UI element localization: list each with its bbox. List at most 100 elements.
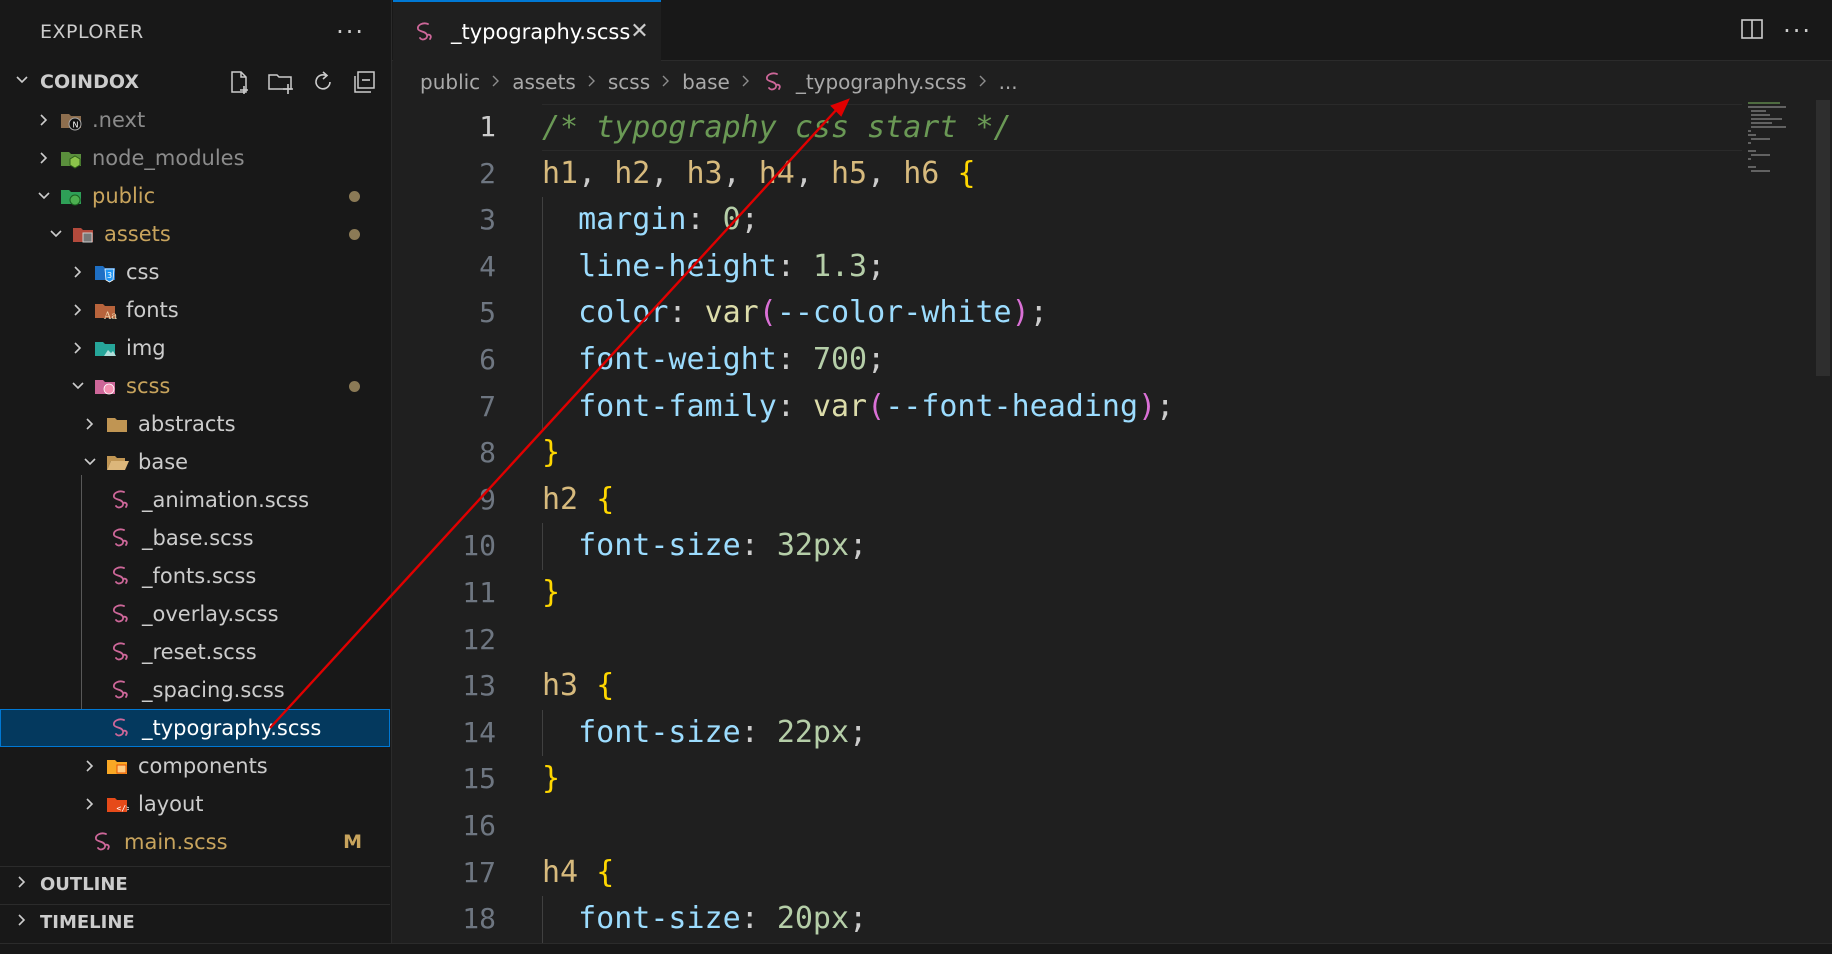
collapse-all-icon[interactable] <box>351 68 379 96</box>
breadcrumb-item[interactable]: assets <box>512 70 576 94</box>
tree-folder-item[interactable]: N .next <box>0 101 390 139</box>
split-editor-icon[interactable] <box>1739 16 1765 46</box>
code-token: } <box>542 435 561 471</box>
tree-folder-item[interactable]: Aa fonts <box>0 291 390 329</box>
code-line: font-size: 32px; <box>542 523 1742 570</box>
tree-folder-item[interactable]: base <box>0 443 390 481</box>
breadcrumb-item[interactable]: base <box>682 70 730 94</box>
tree-file-item[interactable]: _animation.scss <box>0 481 390 519</box>
modified-dot <box>349 228 360 240</box>
sass-file-icon <box>106 564 136 588</box>
code-line: line-height: 1.3; <box>542 243 1742 291</box>
code-line: } <box>542 756 1742 803</box>
more-actions-icon[interactable]: ··· <box>336 18 365 46</box>
timeline-section[interactable]: TIMELINE <box>0 904 390 940</box>
line-number: 10 <box>462 529 496 563</box>
refresh-icon[interactable] <box>309 68 337 96</box>
line-number: 9 <box>479 482 496 516</box>
code-editor[interactable]: /* typography css start */ h1, h2, h3, h4… <box>542 104 1742 943</box>
tab-typography-scss[interactable]: _typography.scss ✕ <box>393 0 661 61</box>
tree-file-item[interactable]: _reset.scss <box>0 633 390 671</box>
code-token: : <box>740 528 777 564</box>
tree-item-label: css <box>126 260 160 284</box>
chevron-right-icon[interactable] <box>66 340 90 356</box>
tree-folder-item[interactable]: img <box>0 329 390 367</box>
chevron-down-icon[interactable] <box>32 188 56 204</box>
chevron-right-icon[interactable] <box>32 150 56 166</box>
tree-item-label: _animation.scss <box>142 488 310 512</box>
code-token: h4 <box>758 155 795 191</box>
sass-file-icon <box>106 640 136 664</box>
breadcrumb-item[interactable]: ... <box>999 70 1018 94</box>
tree-item-label: _overlay.scss <box>142 602 279 626</box>
code-token: h6 <box>903 155 940 191</box>
code-line: font-weight: 700; <box>542 336 1742 384</box>
breadcrumb-item[interactable]: scss <box>608 70 650 94</box>
chevron-right-icon <box>490 72 502 93</box>
editor-scrollbar[interactable] <box>1816 100 1830 376</box>
breadcrumb: public assets scss base _typography.scss... <box>420 64 1018 100</box>
code-token: , <box>867 155 904 191</box>
line-number: 13 <box>462 669 496 703</box>
close-icon[interactable]: ✕ <box>630 19 648 44</box>
tree-file-item[interactable]: _typography.scss <box>0 709 390 747</box>
line-numbers: 1 2 3 4 5 6 7 8 9 10 11 12 13 14 15 16 17 18 <box>392 104 512 943</box>
tree-folder-item[interactable]: assets <box>0 215 390 253</box>
breadcrumb-item[interactable]: public <box>420 70 480 94</box>
tree-folder-item[interactable]: node_modules <box>0 139 390 177</box>
code-token: margin <box>578 202 687 238</box>
more-actions-icon[interactable]: ··· <box>1783 17 1812 45</box>
code-line: font-size: 20px; <box>542 896 1742 943</box>
line-number: 7 <box>479 389 496 423</box>
chevron-down-icon[interactable] <box>78 454 102 470</box>
code-token: } <box>542 574 561 610</box>
chevron-right-icon[interactable] <box>66 302 90 318</box>
code-token: 700 <box>812 341 868 377</box>
folder-open-icon <box>102 450 132 474</box>
code-token: : <box>668 295 705 331</box>
modified-dot <box>349 380 360 392</box>
new-file-icon[interactable] <box>225 68 253 96</box>
code-line: h3 { <box>542 663 1742 710</box>
new-folder-icon[interactable] <box>267 68 295 96</box>
tree-folder-item[interactable]: scss <box>0 367 390 405</box>
chevron-right-icon[interactable] <box>78 416 102 432</box>
editor-actions: ··· <box>1739 16 1812 46</box>
code-line: h4 { <box>542 850 1742 897</box>
chevron-down-icon[interactable] <box>66 378 90 394</box>
chevron-down-icon[interactable] <box>44 226 68 242</box>
tree-file-item[interactable]: _base.scss <box>0 519 390 557</box>
tree-file-item[interactable]: _fonts.scss <box>0 557 390 595</box>
tree-folder-item[interactable]: </> layout <box>0 785 390 823</box>
layout-folder-icon: </> <box>102 792 132 816</box>
code-token: : <box>686 202 723 238</box>
tree-file-item[interactable]: _spacing.scss <box>0 671 390 709</box>
tree-file-item[interactable]: main.scss M <box>0 823 390 861</box>
tree-item-label: _fonts.scss <box>142 564 257 588</box>
minimap[interactable] <box>1746 100 1816 180</box>
chevron-right-icon[interactable] <box>32 112 56 128</box>
chevron-right-icon[interactable] <box>78 758 102 774</box>
workspace-root[interactable]: COINDOX <box>0 64 391 100</box>
line-number: 4 <box>479 249 496 283</box>
tree-folder-item[interactable]: 3 css <box>0 253 390 291</box>
outline-section[interactable]: OUTLINE <box>0 866 390 902</box>
svg-text:3: 3 <box>107 271 112 280</box>
components-folder-icon <box>102 754 132 778</box>
code-token: { <box>596 854 615 890</box>
indent-guide <box>542 896 543 943</box>
breadcrumb-item[interactable]: _typography.scss <box>796 70 967 94</box>
chevron-right-icon[interactable] <box>66 264 90 280</box>
code-token: ; <box>849 714 868 750</box>
tree-folder-item[interactable]: abstracts <box>0 405 390 443</box>
chevron-right-icon[interactable] <box>78 796 102 812</box>
assets-folder-icon <box>68 222 98 246</box>
tree-folder-item[interactable]: components <box>0 747 390 785</box>
code-token: line-height <box>578 248 777 284</box>
tree-folder-item[interactable]: public <box>0 177 390 215</box>
tree-file-item[interactable]: _overlay.scss <box>0 595 390 633</box>
